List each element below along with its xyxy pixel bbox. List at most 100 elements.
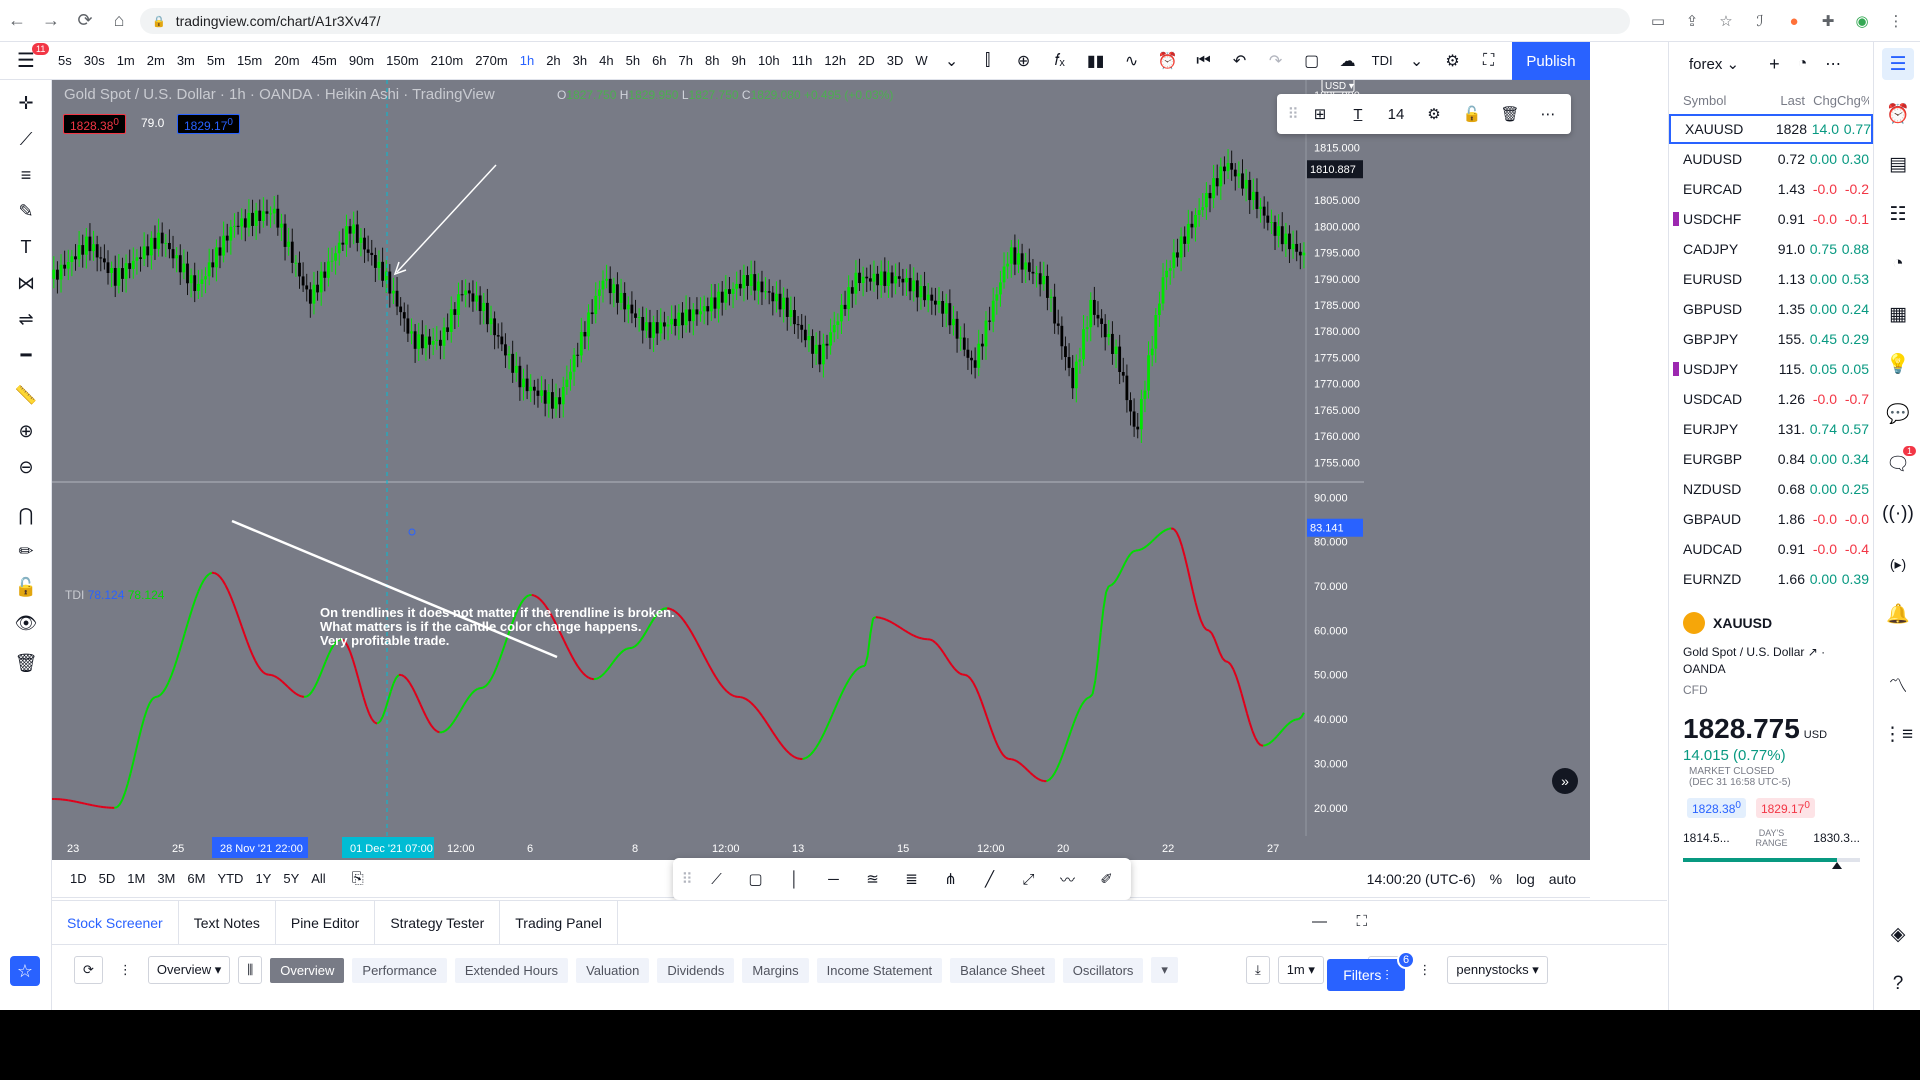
add-symbol-icon[interactable]: + [1769,54,1780,75]
panel-tab-0[interactable]: Stock Screener [52,900,179,945]
interval-20m[interactable]: 20m [268,42,305,80]
vertical-line-icon[interactable]: │ [775,871,814,888]
flag-icon[interactable] [1673,362,1679,376]
panel-tab-2[interactable]: Pine Editor [276,900,376,945]
minus-icon[interactable]: ━ [10,340,42,370]
screener-menu-icon[interactable]: ⋮ [111,957,140,983]
hotlist-icon[interactable]: ◔ [1882,248,1914,280]
anchor-point[interactable] [408,528,416,536]
interval-11h[interactable]: 11h [786,42,819,80]
watchlist-row[interactable]: AUDUSD 0.72 0.00 0.30 [1669,144,1873,174]
chip-3[interactable]: Valuation [576,957,650,983]
calendar-icon[interactable]: ▦ [1882,298,1914,330]
text-tool-icon[interactable]: T [10,232,42,262]
ruler-icon[interactable]: 📏 [10,380,42,410]
extensions-puzzle-icon[interactable]: ✚ [1814,8,1842,34]
settings-gear-icon[interactable]: ⚙ [1435,42,1471,80]
interval-2D[interactable]: 2D [852,42,881,80]
font-size-value[interactable]: 14 [1377,106,1415,123]
view-select[interactable]: Overview ▾ [147,956,231,984]
clipboard-icon[interactable]: ▭ [1644,8,1672,34]
watchlist-row[interactable]: CADJPY 91.0 0.75 0.88 [1669,234,1873,264]
download-icon[interactable]: ⤓ [1245,956,1270,984]
watchlist-row[interactable]: EURNZD 1.66 0.00 0.39 [1669,564,1873,594]
eye-icon[interactable]: 👁 [10,608,42,638]
watchlist-row[interactable]: EURUSD 1.13 0.00 0.53 [1669,264,1873,294]
interval-9h[interactable]: 9h [725,42,751,80]
parallel-channel-icon[interactable]: ≊ [853,870,892,888]
back-icon[interactable]: ← [0,4,34,38]
maximize-icon[interactable]: ⛶ [1356,913,1367,930]
watchlist-row[interactable]: USDJPY 115. 0.05 0.05 [1669,354,1873,384]
interval-270m[interactable]: 270m [469,42,514,80]
redo-icon[interactable]: ↷ [1258,42,1294,80]
watchlist-select[interactable]: pennystocks ▾ [1447,956,1548,984]
chip-0[interactable]: Overview [270,957,345,983]
drawing-delete-icon[interactable]: 🗑 [1491,105,1529,123]
chip-8[interactable]: Oscillators [1062,957,1144,983]
interval-45m[interactable]: 45m [306,42,343,80]
refresh-icon[interactable]: ⟳ [74,956,103,984]
symbol-legend[interactable]: Gold Spot / U.S. Dollar · 1h · OANDA · H… [64,86,495,103]
range-1M[interactable]: 1M [121,871,151,886]
trend-line-icon[interactable]: ╱ [970,870,1009,888]
columns-icon[interactable]: ⫼ [238,956,263,984]
candles[interactable] [52,149,1306,444]
interval-30s[interactable]: 30s [78,42,111,80]
interval-4h[interactable]: 4h [593,42,619,80]
interval-2h[interactable]: 2h [540,42,566,80]
layout-icon[interactable]: ▢ [1294,42,1330,80]
prediction-icon[interactable]: ⇌ [10,304,42,334]
chevron-down-icon[interactable]: ⌄ [1727,55,1740,73]
range-5Y[interactable]: 5Y [277,871,305,886]
forward-icon[interactable]: → [34,4,68,38]
reload-icon[interactable]: ⟳ [68,4,102,38]
indicator-dropdown-icon[interactable]: ⌄ [1399,42,1435,80]
chart-compare-icon[interactable]: ◔ [1798,55,1808,73]
percent-toggle[interactable]: % [1490,871,1502,887]
interval-10h[interactable]: 10h [752,42,786,80]
interval-7h[interactable]: 7h [673,42,699,80]
detail-symbol[interactable]: XAUUSD [1713,615,1772,631]
arrow-drawing[interactable] [396,164,497,273]
minimize-icon[interactable]: — [1312,913,1327,930]
watchlist-row[interactable]: AUDCAD 0.91 -0.0 -0.4 [1669,534,1873,564]
interval-dropdown-icon[interactable]: ⌄ [934,42,970,80]
interval-3m[interactable]: 3m [171,42,201,80]
lock-icon[interactable]: 🔓 [10,572,42,602]
layers-icon[interactable]: ◈ [1882,918,1914,950]
fib-icon[interactable]: ≡ [10,160,42,190]
panel-tab-3[interactable]: Strategy Tester [375,900,501,945]
interval-2m[interactable]: 2m [141,42,171,80]
zoom-in-icon[interactable]: ⊕ [10,416,42,446]
indicator-name-label[interactable]: TDI [1366,42,1399,80]
extension-fox-icon[interactable]: ● [1780,8,1808,34]
interval-3D[interactable]: 3D [881,42,910,80]
more-icon[interactable]: ⋯ [1529,105,1567,123]
fib-retracement-icon[interactable]: ≣ [892,870,931,888]
path-icon[interactable]: ⟋ [697,871,736,888]
ideas-bulb-icon[interactable]: 💡 [1882,348,1914,380]
fullscreen-icon[interactable]: ⛶ [1471,42,1507,80]
chat-icon[interactable]: 💬 [1882,398,1914,430]
watchlist-row[interactable]: XAUUSD 1828 14.0 0.77 [1669,114,1873,144]
watchlist-row[interactable]: USDCAD 1.26 -0.0 -0.7 [1669,384,1873,414]
range-6M[interactable]: 6M [181,871,211,886]
col-chg[interactable]: Chg [1805,93,1837,108]
external-link-icon[interactable]: ↗ [1808,645,1818,659]
publish-button[interactable]: Publish [1512,42,1590,80]
more-chips-icon[interactable]: ▾ [1151,957,1178,983]
detail-bid[interactable]: 1828.380 [1687,798,1746,818]
watchlist-name[interactable]: forex [1689,56,1722,73]
streams-icon[interactable]: ((·)) [1882,498,1914,530]
range-5D[interactable]: 5D [93,871,122,886]
extension-js-icon[interactable]: ℐ [1746,8,1774,34]
watchlist-row[interactable]: GBPJPY 155. 0.45 0.29 [1669,324,1873,354]
chip-2[interactable]: Extended Hours [454,957,569,983]
goto-date-icon[interactable]: ⎘ [352,870,364,887]
interval-1m[interactable]: 1m [111,42,141,80]
watchlist-row[interactable]: GBPUSD 1.35 0.00 0.24 [1669,294,1873,324]
interval-12h[interactable]: 12h [818,42,852,80]
trash-icon[interactable]: 🗑 [10,648,42,678]
interval-8h[interactable]: 8h [699,42,725,80]
